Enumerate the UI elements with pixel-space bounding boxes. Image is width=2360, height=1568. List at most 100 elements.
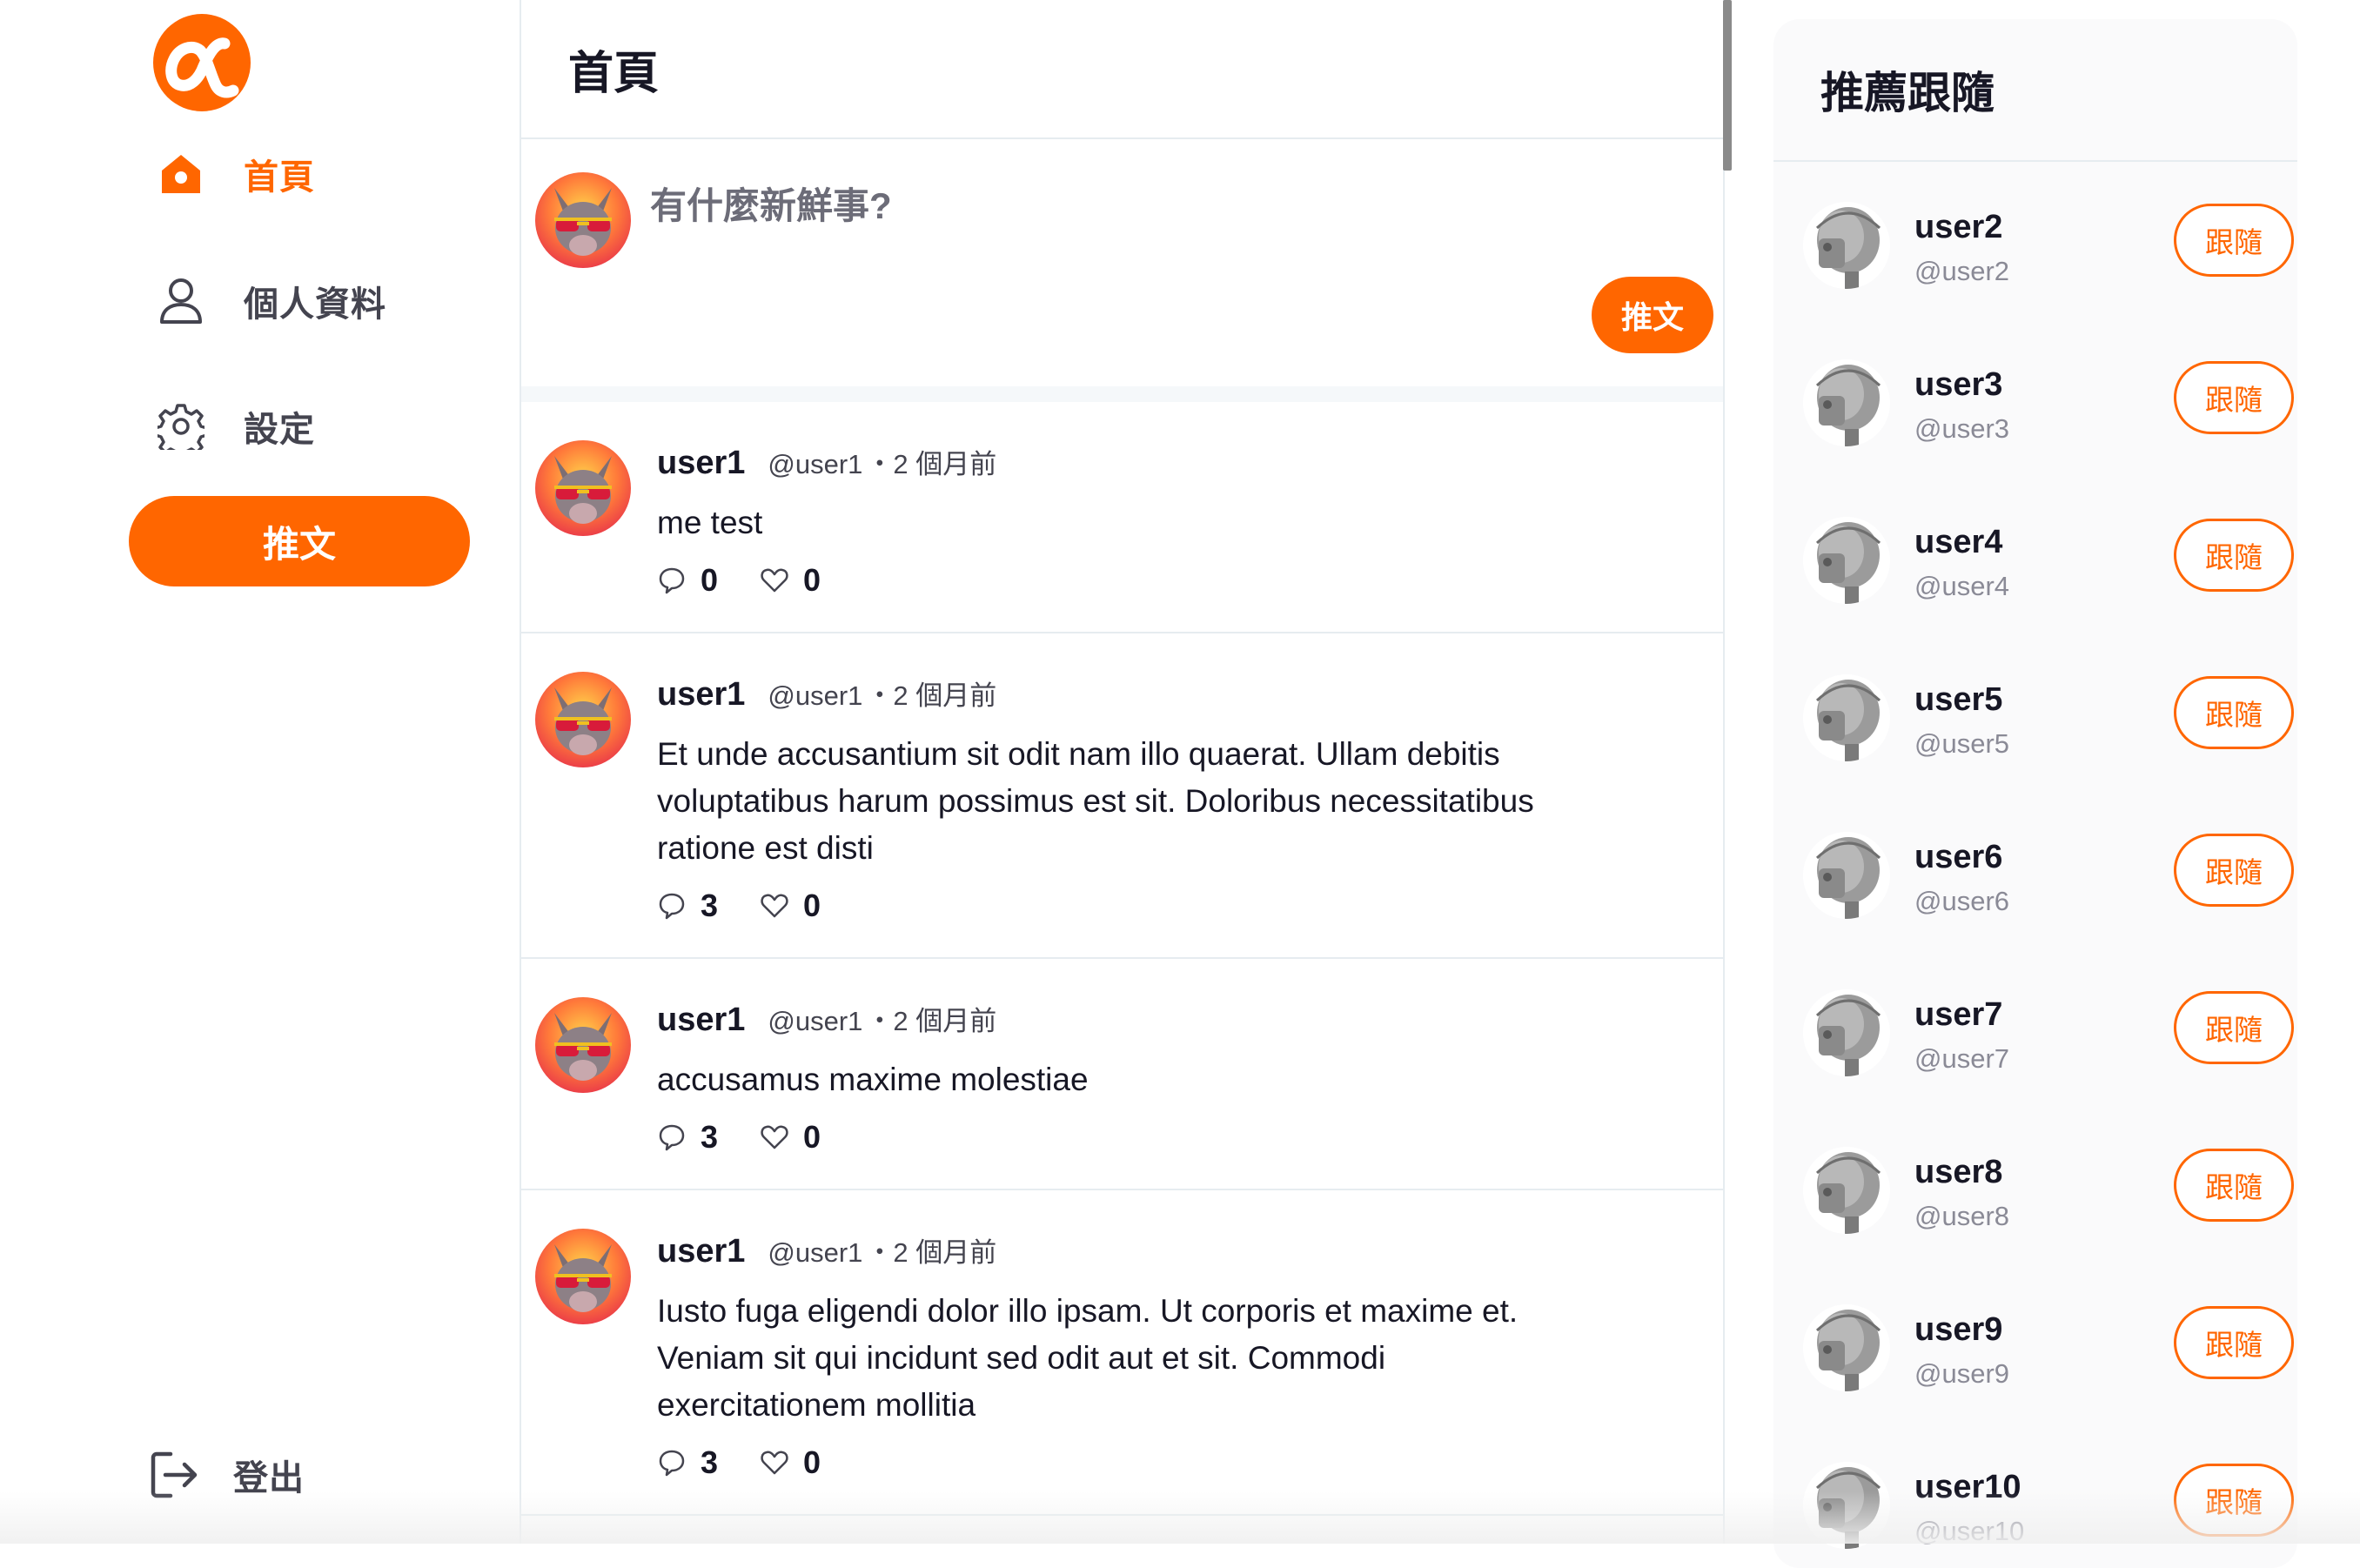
logout-label: 登出 xyxy=(233,1459,305,1498)
avatar[interactable] xyxy=(1803,989,1890,1076)
avatar[interactable] xyxy=(535,997,631,1093)
submit-tweet-button[interactable]: 推文 xyxy=(1592,277,1713,353)
suggested-user[interactable]: user4 @user4 跟隨 xyxy=(1803,510,2294,614)
tweet[interactable]: user1 @user1 ・2 個月前 me test 0 0 xyxy=(521,402,1724,633)
like-count: 0 xyxy=(803,888,821,923)
follow-button[interactable]: 跟隨 xyxy=(2174,361,2294,434)
reply-button[interactable]: 3 xyxy=(657,888,718,924)
user-name[interactable]: user10 xyxy=(1914,1469,2021,1506)
suggested-user[interactable]: user3 @user3 跟隨 xyxy=(1803,352,2294,457)
suggested-user[interactable]: user5 @user5 跟隨 xyxy=(1803,667,2294,772)
sidebar-item-label: 首頁 xyxy=(244,158,315,197)
follow-button[interactable]: 跟隨 xyxy=(2174,1306,2294,1379)
tweet-author-name[interactable]: user1 xyxy=(657,676,745,714)
like-button[interactable]: 0 xyxy=(760,562,821,599)
user-name[interactable]: user4 xyxy=(1914,524,2002,561)
reply-count: 3 xyxy=(701,888,719,923)
avatar[interactable] xyxy=(535,172,631,268)
reply-count: 3 xyxy=(701,1444,719,1480)
divider xyxy=(1723,0,1725,1544)
user-name[interactable]: user8 xyxy=(1914,1154,2002,1191)
feed-header: 首頁 xyxy=(521,0,1724,139)
suggested-user[interactable]: user2 @user2 跟隨 xyxy=(1803,195,2294,299)
avatar[interactable] xyxy=(1803,1147,1890,1234)
avatar[interactable] xyxy=(1803,674,1890,761)
user-handle: @user8 xyxy=(1914,1201,2010,1231)
suggested-user[interactable]: user8 @user8 跟隨 xyxy=(1803,1140,2294,1244)
user-handle: @user3 xyxy=(1914,413,2010,444)
sidebar-item-label: 個人資料 xyxy=(244,285,386,324)
like-count: 0 xyxy=(803,1444,821,1480)
tweet-button[interactable]: 推文 xyxy=(129,496,470,586)
sidebar-item-settings[interactable]: 設定 xyxy=(157,396,315,457)
heart-icon xyxy=(761,568,788,593)
divider xyxy=(521,386,1724,402)
like-count: 0 xyxy=(803,1119,821,1155)
like-count: 0 xyxy=(803,562,821,598)
user-name[interactable]: user7 xyxy=(1914,996,2002,1034)
avatar[interactable] xyxy=(535,672,631,767)
avatar[interactable] xyxy=(1803,359,1890,446)
like-button[interactable]: 0 xyxy=(760,1444,821,1481)
panel-title: 推薦跟隨 xyxy=(1820,69,1995,117)
avatar[interactable] xyxy=(535,440,631,536)
follow-button[interactable]: 跟隨 xyxy=(2174,991,2294,1064)
tweet[interactable]: user1 @user1 ・2 個月前 Et unde accusantium … xyxy=(521,633,1724,959)
comment-icon xyxy=(659,893,685,920)
avatar[interactable] xyxy=(1803,202,1890,289)
user-name[interactable]: user3 xyxy=(1914,366,2002,404)
page-title: 首頁 xyxy=(568,48,660,99)
logout-icon xyxy=(150,1451,198,1499)
tweet-text: me test xyxy=(657,505,763,540)
user-handle: @user7 xyxy=(1914,1043,2010,1074)
tweet-author-name[interactable]: user1 xyxy=(657,1233,745,1270)
sidebar-item-profile[interactable]: 個人資料 xyxy=(157,271,386,332)
alpha-logo[interactable] xyxy=(151,12,252,113)
gear-icon xyxy=(157,402,205,451)
user-name[interactable]: user2 xyxy=(1914,209,2002,246)
logout-button[interactable]: 登出 xyxy=(150,1444,305,1505)
follow-button[interactable]: 跟隨 xyxy=(2174,204,2294,277)
user-name[interactable]: user5 xyxy=(1914,681,2002,719)
tweet[interactable]: user1 @user1 ・2 個月前 accusamus maxime mol… xyxy=(521,959,1724,1190)
like-button[interactable]: 0 xyxy=(760,1119,821,1156)
sidebar: 首頁 個人資料 設定 推文 登出 xyxy=(0,0,520,1544)
tweet[interactable]: user1 @user1 ・2 個月前 Iusto fuga eligendi … xyxy=(521,1190,1724,1516)
tweet-author-handle: @user1 xyxy=(768,1237,863,1268)
avatar[interactable] xyxy=(1803,832,1890,919)
sidebar-item-label: 設定 xyxy=(244,411,315,449)
avatar[interactable] xyxy=(1803,517,1890,604)
suggested-user[interactable]: user6 @user6 跟隨 xyxy=(1803,825,2294,929)
avatar[interactable] xyxy=(1803,1462,1890,1549)
comment-icon xyxy=(659,1450,685,1477)
scrollbar[interactable] xyxy=(1723,0,1732,171)
user-name[interactable]: user6 xyxy=(1914,839,2002,876)
tweet-input[interactable] xyxy=(648,184,1435,228)
reply-button[interactable]: 3 xyxy=(657,1119,718,1156)
avatar[interactable] xyxy=(535,1229,631,1324)
tweet-timestamp: ・2 個月前 xyxy=(866,680,997,711)
follow-button[interactable]: 跟隨 xyxy=(2174,1149,2294,1222)
follow-button[interactable]: 跟隨 xyxy=(2174,676,2294,749)
suggested-user[interactable]: user7 @user7 跟隨 xyxy=(1803,982,2294,1087)
tweet-text: Et unde accusantium sit odit nam illo qu… xyxy=(657,736,1534,866)
avatar[interactable] xyxy=(1803,1304,1890,1391)
follow-button[interactable]: 跟隨 xyxy=(2174,834,2294,907)
tweet-author-name[interactable]: user1 xyxy=(657,1002,745,1039)
home-icon xyxy=(157,150,205,198)
sidebar-item-home[interactable]: 首頁 xyxy=(157,144,315,204)
tweet-text: accusamus maxime molestiae xyxy=(657,1062,1089,1097)
suggested-user[interactable]: user10 @user10 跟隨 xyxy=(1803,1455,2294,1559)
tweet-timestamp: ・2 個月前 xyxy=(866,1237,997,1268)
tweet-author-name[interactable]: user1 xyxy=(657,445,745,482)
reply-button[interactable]: 0 xyxy=(657,562,718,599)
reply-count: 0 xyxy=(701,562,719,598)
suggested-user[interactable]: user9 @user9 跟隨 xyxy=(1803,1297,2294,1402)
user-name[interactable]: user9 xyxy=(1914,1311,2002,1349)
tweet-timestamp: ・2 個月前 xyxy=(866,1006,997,1036)
follow-button[interactable]: 跟隨 xyxy=(2174,1464,2294,1537)
reply-button[interactable]: 3 xyxy=(657,1444,718,1481)
like-button[interactable]: 0 xyxy=(760,888,821,924)
user-handle: @user5 xyxy=(1914,728,2010,759)
follow-button[interactable]: 跟隨 xyxy=(2174,519,2294,592)
